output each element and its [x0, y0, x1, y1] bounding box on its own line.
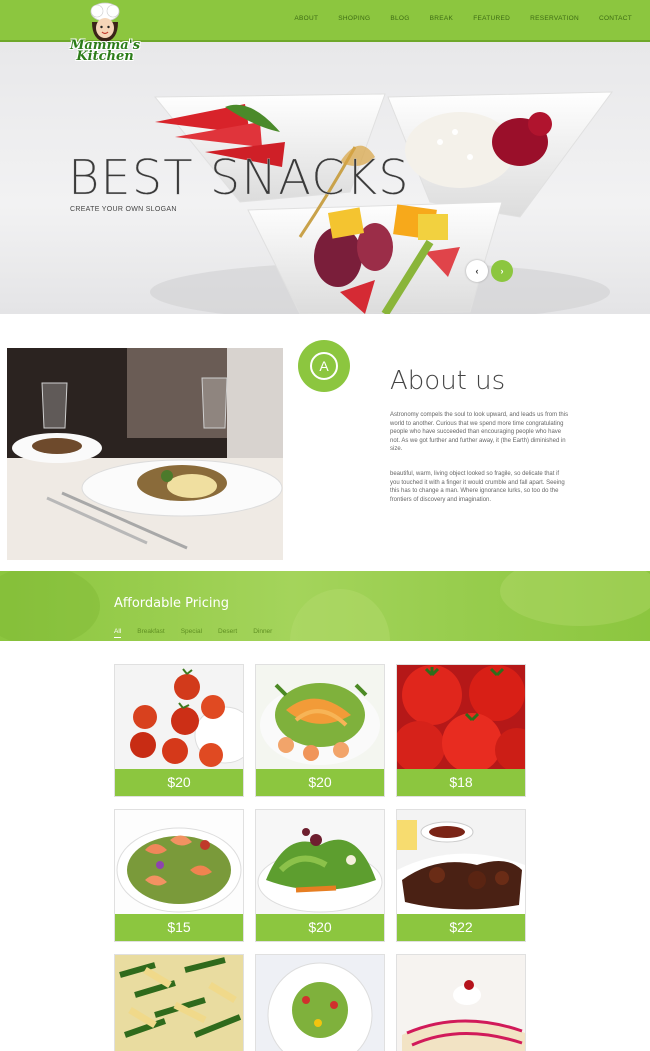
penne-green-beans-image [115, 955, 243, 1051]
menu-card[interactable] [255, 954, 385, 1051]
pricing-banner [0, 571, 650, 641]
brand-logo[interactable]: Mamma's Kitchen [62, 2, 148, 70]
shrimp-noodle-salad-image [256, 665, 384, 769]
filter-all[interactable]: All [114, 628, 122, 638]
about-paragraph-1: Astronomy compels the soul to look upwar… [390, 412, 569, 452]
menu-card-image [397, 665, 525, 769]
menu-card-image [256, 955, 384, 1051]
about-paragraph-2: beautiful, warm, living object looked so… [390, 471, 565, 503]
menu-card-price: $20 [256, 769, 384, 796]
menu-card[interactable]: $18 [396, 664, 526, 797]
nav-featured[interactable]: Featured [463, 15, 520, 22]
menu-card[interactable]: $20 [255, 809, 385, 942]
filter-breakfast[interactable]: Breakfast [137, 628, 164, 638]
nav-contact[interactable]: Contact [589, 15, 642, 22]
pricing-banner-bg [0, 571, 650, 641]
red-tomatoes-image [397, 665, 525, 769]
menu-card-image [115, 955, 243, 1051]
hero-slider: BEST SNACKS CREATE YOUR OWN SLOGAN [0, 42, 650, 314]
menu-card[interactable]: $20 [114, 664, 244, 797]
about-badge: A [298, 340, 350, 392]
nav-shoping[interactable]: Shoping [328, 15, 380, 22]
menu-card-image [256, 665, 384, 769]
menu-card-image [397, 955, 525, 1051]
menu-card[interactable]: $22 [396, 809, 526, 942]
restaurant-table-image [7, 348, 283, 560]
crepes-cream-image [397, 955, 525, 1051]
nav-reservation[interactable]: Reservation [520, 15, 589, 22]
about-title: About us [390, 366, 506, 396]
green-salad-image [256, 810, 384, 914]
nav-about[interactable]: About [284, 15, 328, 22]
menu-card-image [397, 810, 525, 914]
cherry-tomatoes-image [115, 665, 243, 769]
nav-blog[interactable]: Blog [380, 15, 419, 22]
menu-card-price: $15 [115, 914, 243, 941]
menu-card[interactable]: $20 [255, 664, 385, 797]
menu-card[interactable] [396, 954, 526, 1051]
menu-card-price: $20 [115, 769, 243, 796]
side-salad-plate-image [256, 955, 384, 1051]
shrimp-salad-image [115, 810, 243, 914]
pricing-title: Affordable Pricing [114, 596, 229, 611]
logo-text: Mamma's Kitchen [69, 38, 141, 64]
menu-card-image [256, 810, 384, 914]
hero-title: BEST SNACKS [68, 150, 410, 206]
menu-card-price: $18 [397, 769, 525, 796]
menu-card[interactable] [114, 954, 244, 1051]
hero-subtitle: CREATE YOUR OWN SLOGAN [70, 206, 177, 213]
main-nav: About Shoping Blog Break Featured Reserv… [284, 15, 642, 22]
nav-break[interactable]: Break [420, 15, 464, 22]
about-photo [7, 348, 283, 560]
filter-special[interactable]: Special [181, 628, 202, 638]
filter-desert[interactable]: Desert [218, 628, 237, 638]
menu-card-price: $22 [397, 914, 525, 941]
grilled-meat-image [397, 810, 525, 914]
menu-card-price: $20 [256, 914, 384, 941]
about-letter-icon: A [310, 352, 338, 380]
menu-card[interactable]: $15 [114, 809, 244, 942]
menu-card-image [115, 665, 243, 769]
filter-dinner[interactable]: Dinner [253, 628, 272, 638]
menu-card-image [115, 810, 243, 914]
pricing-filters: All Breakfast Special Desert Dinner [114, 628, 272, 638]
slider-prev-button[interactable]: ‹ [466, 260, 488, 282]
slider-next-button[interactable]: › [491, 260, 513, 282]
